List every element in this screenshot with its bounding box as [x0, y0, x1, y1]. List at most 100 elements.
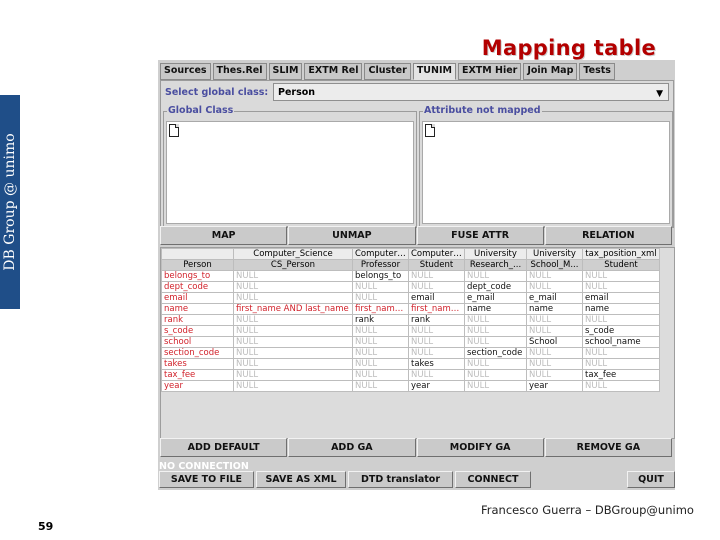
quit-button[interactable]: QUIT [627, 471, 675, 488]
mapping-cell[interactable]: dept_code [464, 281, 527, 293]
global-class-tree[interactable] [166, 121, 414, 224]
global-attribute-cell[interactable]: belongs_to [161, 270, 234, 282]
mapping-cell[interactable]: NULL [233, 336, 353, 348]
source-header[interactable]: Computer_... [352, 248, 409, 260]
tab-join-map[interactable]: Join Map [523, 63, 578, 80]
mapping-cell[interactable]: NULL [352, 292, 409, 304]
source-header[interactable]: tax_position_xml [582, 248, 660, 260]
remove-ga-button[interactable]: REMOVE GA [544, 438, 672, 457]
local-class-header[interactable]: Professor [352, 259, 409, 271]
mapping-cell[interactable]: NULL [582, 270, 660, 282]
table-row[interactable]: takes NULL NULL takes NULL NULL NULL [161, 358, 660, 370]
global-attribute-cell[interactable]: rank [161, 314, 234, 326]
table-row[interactable]: belongs_to NULL belongs_to NULL NULL NULL NULL [161, 270, 660, 282]
table-row[interactable]: rank NULL rank rank NULL NULL NULL [161, 314, 660, 326]
mapping-cell[interactable]: NULL [233, 380, 353, 392]
save-as-xml-button[interactable]: SAVE AS XML [256, 471, 346, 488]
table-row[interactable]: year NULL NULL year NULL year NULL [161, 380, 660, 392]
attr-not-mapped-tree[interactable] [422, 121, 670, 224]
mapping-cell[interactable]: year [526, 380, 583, 392]
mapping-cell[interactable]: NULL [582, 281, 660, 293]
global-attribute-cell[interactable]: takes [161, 358, 234, 370]
mapping-cell[interactable]: NULL [352, 369, 409, 381]
local-class-header[interactable]: Research_... [464, 259, 527, 271]
mapping-cell[interactable]: school_name [582, 336, 660, 348]
table-row[interactable]: s_code NULL NULL NULL NULL NULL s_code [161, 325, 660, 337]
modify-ga-button[interactable]: MODIFY GA [416, 438, 544, 457]
mapping-cell[interactable]: NULL [526, 325, 583, 337]
mapping-cell[interactable]: NULL [233, 270, 353, 282]
table-row[interactable]: dept_code NULL NULL NULL dept_code NULL NULL [161, 281, 660, 293]
mapping-cell[interactable]: NULL [408, 347, 465, 359]
mapping-cell[interactable]: e_mail [526, 292, 583, 304]
add-default-button[interactable]: ADD DEFAULT [160, 438, 288, 457]
global-attribute-cell[interactable]: year [161, 380, 234, 392]
mapping-cell[interactable]: NULL [526, 314, 583, 326]
mapping-table-scroll[interactable]: Computer_Science Computer_... Computer_...… [160, 247, 675, 439]
mapping-cell[interactable]: NULL [526, 347, 583, 359]
global-attribute-cell[interactable]: tax_fee [161, 369, 234, 381]
local-class-header[interactable]: Student [408, 259, 465, 271]
mapping-cell[interactable]: belongs_to [352, 270, 409, 282]
mapping-cell[interactable]: first_name... [408, 303, 465, 315]
global-attribute-cell[interactable]: s_code [161, 325, 234, 337]
mapping-cell[interactable]: NULL [464, 358, 527, 370]
map-button[interactable]: MAP [160, 226, 288, 245]
mapping-cell[interactable]: NULL [352, 358, 409, 370]
table-row[interactable]: email NULL NULL email e_mail e_mail email [161, 292, 660, 304]
global-attribute-cell[interactable]: dept_code [161, 281, 234, 293]
mapping-cell[interactable]: email [582, 292, 660, 304]
mapping-cell[interactable]: section_code [464, 347, 527, 359]
save-to-file-button[interactable]: SAVE TO FILE [159, 471, 254, 488]
connect-button[interactable]: CONNECT [455, 471, 531, 488]
mapping-cell[interactable]: NULL [352, 336, 409, 348]
mapping-cell[interactable]: e_mail [464, 292, 527, 304]
source-header[interactable]: Computer_... [408, 248, 465, 260]
mapping-cell[interactable]: s_code [582, 325, 660, 337]
mapping-cell[interactable]: NULL [464, 336, 527, 348]
local-class-header[interactable]: Student [582, 259, 660, 271]
mapping-cell[interactable]: NULL [233, 314, 353, 326]
mapping-cell[interactable]: NULL [464, 325, 527, 337]
mapping-cell[interactable]: NULL [352, 325, 409, 337]
mapping-cell[interactable]: NULL [233, 325, 353, 337]
mapping-cell[interactable]: NULL [464, 270, 527, 282]
source-header[interactable]: University [526, 248, 583, 260]
table-row[interactable]: name first_name AND last_name first_name..… [161, 303, 660, 315]
mapping-cell[interactable]: takes [408, 358, 465, 370]
fuse-attr-button[interactable]: FUSE ATTR [416, 226, 544, 245]
mapping-cell[interactable]: NULL [352, 281, 409, 293]
mapping-cell[interactable]: NULL [408, 325, 465, 337]
tab-tunim[interactable]: TUNIM [412, 63, 456, 80]
global-attribute-cell[interactable]: name [161, 303, 234, 315]
mapping-cell[interactable]: rank [352, 314, 409, 326]
local-class-header[interactable]: School_M... [526, 259, 583, 271]
mapping-cell[interactable]: NULL [582, 380, 660, 392]
mapping-cell[interactable]: NULL [582, 347, 660, 359]
tab-cluster[interactable]: Cluster [364, 63, 411, 80]
mapping-cell[interactable]: NULL [408, 270, 465, 282]
mapping-cell[interactable]: first_name AND last_name [233, 303, 353, 315]
mapping-cell[interactable]: NULL [233, 347, 353, 359]
mapping-cell[interactable]: NULL [352, 347, 409, 359]
mapping-cell[interactable]: year [408, 380, 465, 392]
mapping-cell[interactable]: rank [408, 314, 465, 326]
dtd-translator-button[interactable]: DTD translator [348, 471, 453, 488]
mapping-cell[interactable]: NULL [526, 358, 583, 370]
mapping-cell[interactable]: School [526, 336, 583, 348]
mapping-cell[interactable]: name [582, 303, 660, 315]
table-row[interactable]: section_code NULL NULL NULL section_code NULL… [161, 347, 660, 359]
mapping-cell[interactable]: NULL [526, 281, 583, 293]
mapping-cell[interactable]: email [408, 292, 465, 304]
mapping-cell[interactable]: NULL [233, 292, 353, 304]
tab-extm-rel[interactable]: EXTM Rel [304, 63, 363, 80]
mapping-cell[interactable]: NULL [408, 336, 465, 348]
source-header[interactable]: University [464, 248, 527, 260]
mapping-cell[interactable]: NULL [464, 314, 527, 326]
add-ga-button[interactable]: ADD GA [288, 438, 416, 457]
mapping-cell[interactable]: NULL [464, 369, 527, 381]
mapping-cell[interactable]: NULL [526, 270, 583, 282]
tab-slim[interactable]: SLIM [268, 63, 303, 80]
global-class-select[interactable]: Person ▼ [273, 83, 669, 101]
mapping-cell[interactable]: NULL [352, 380, 409, 392]
